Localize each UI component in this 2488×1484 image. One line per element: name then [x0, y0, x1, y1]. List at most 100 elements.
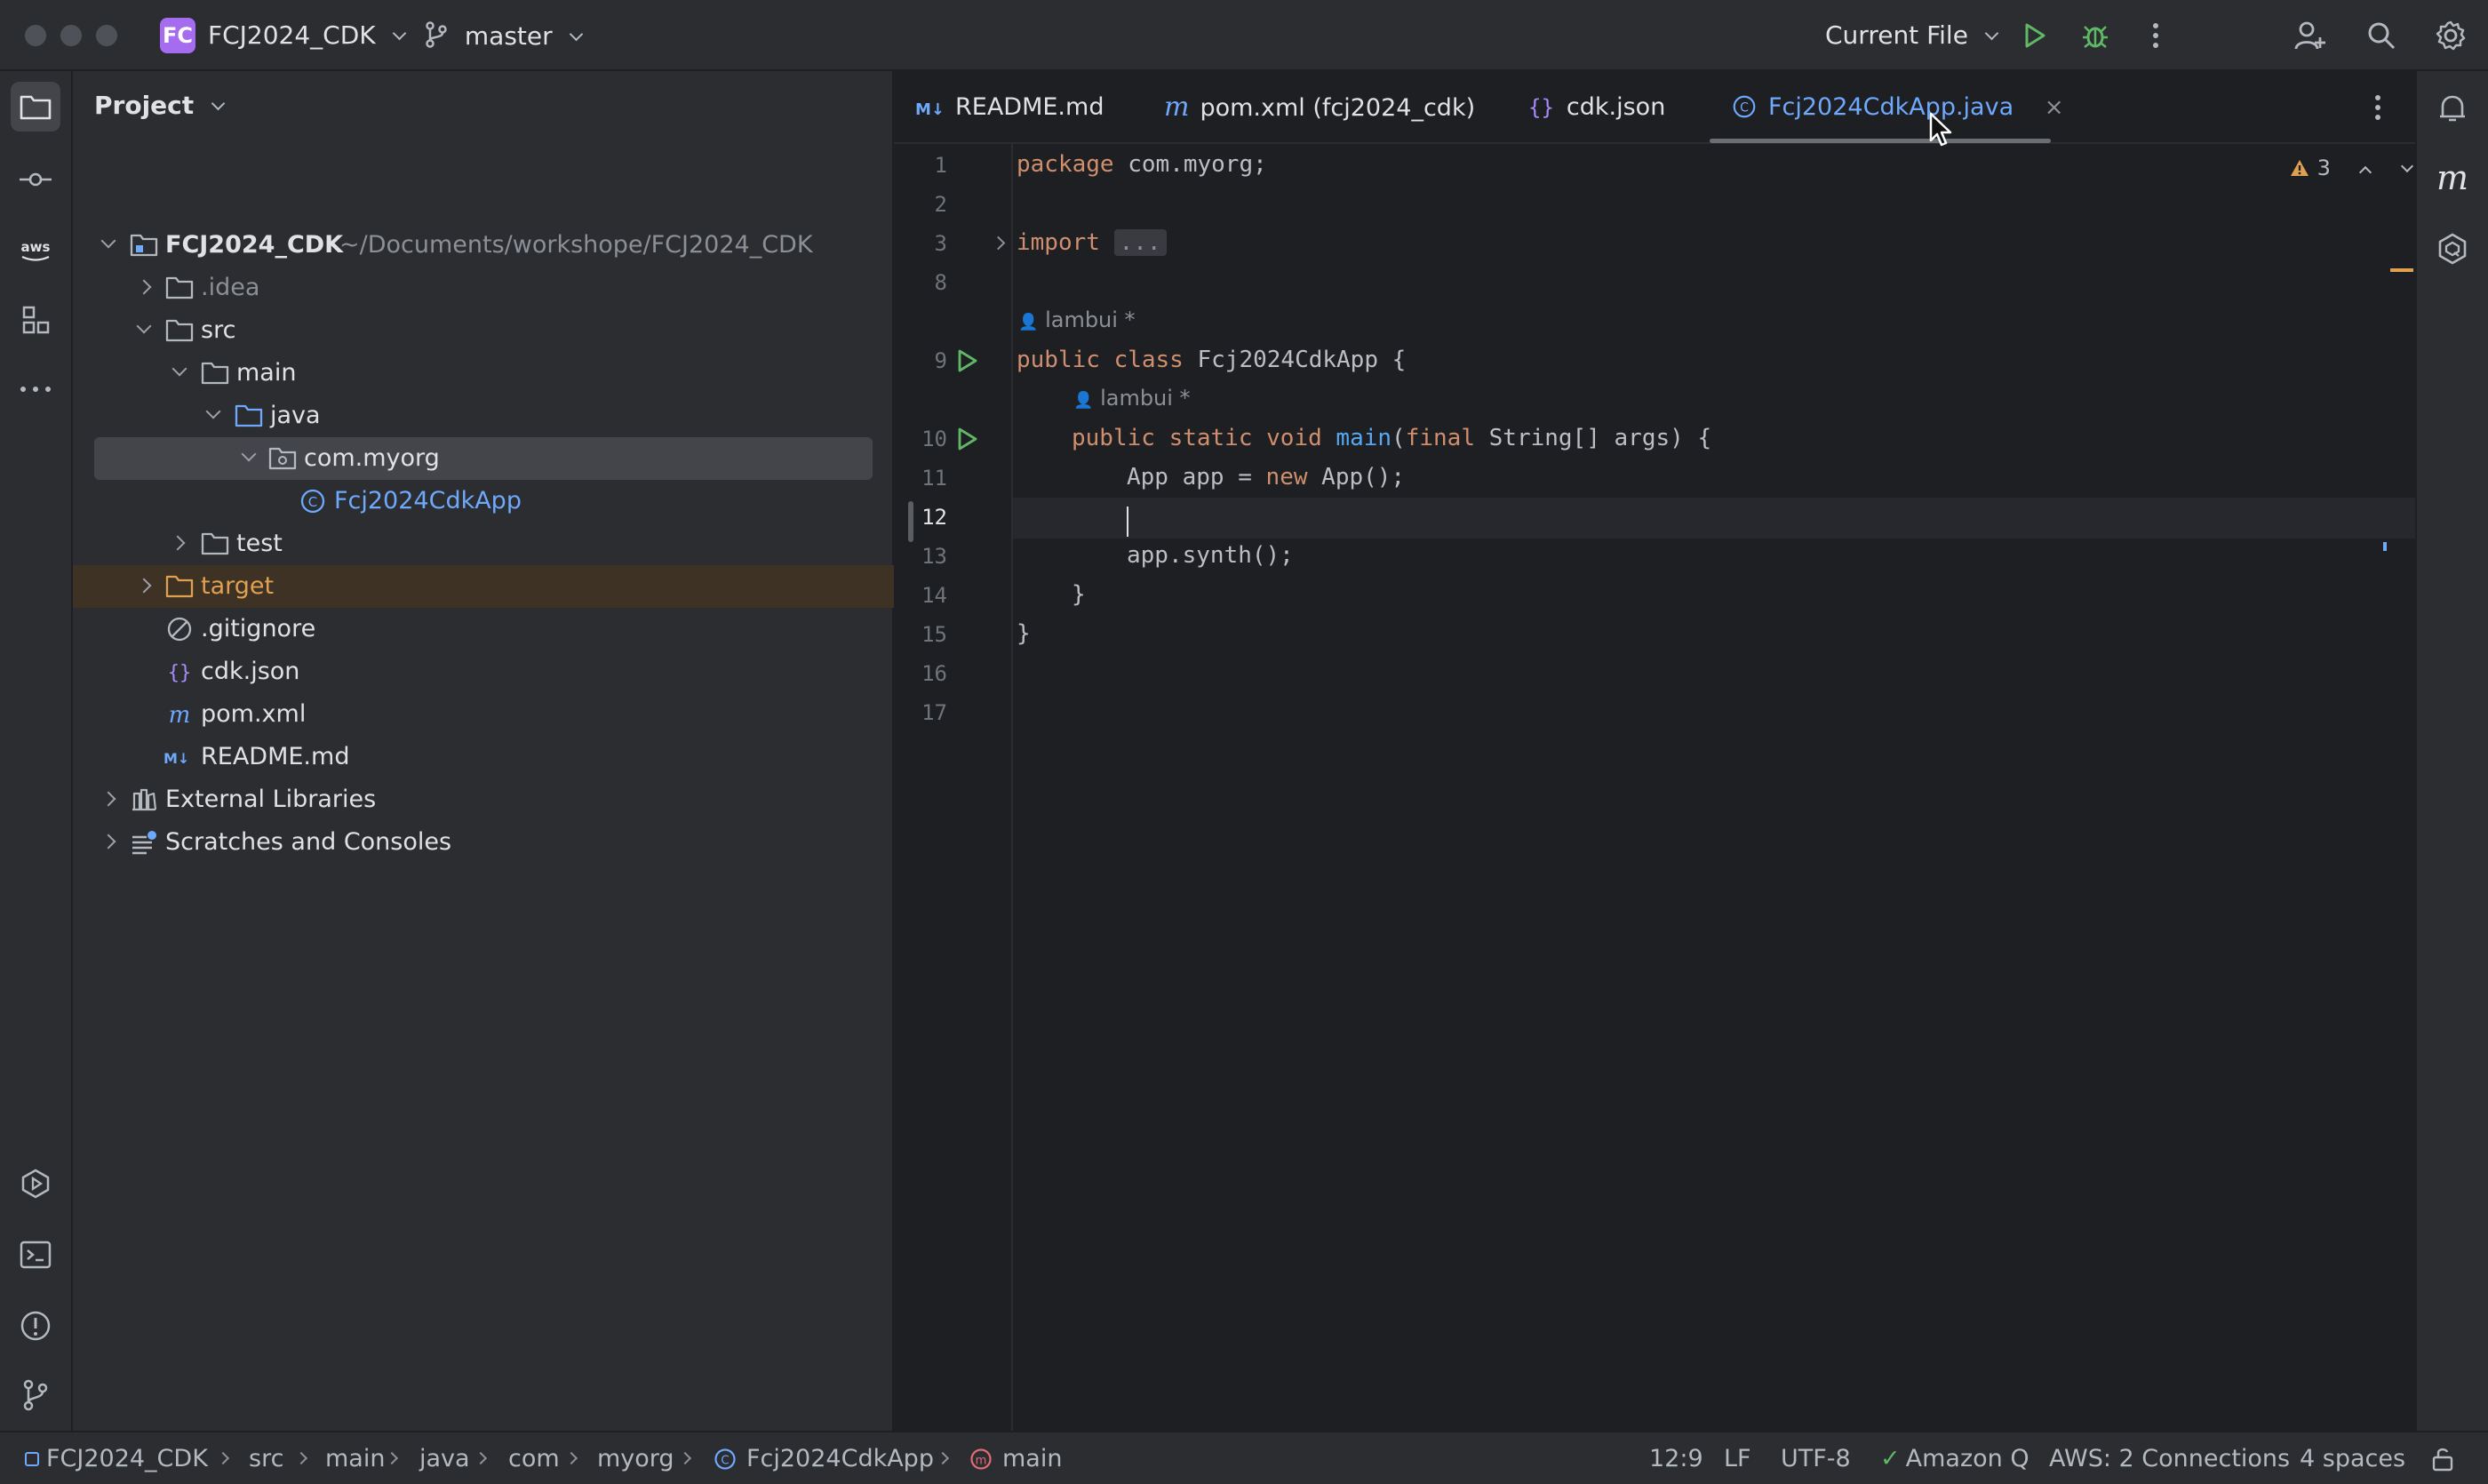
code-line-9[interactable]: public class Fcj2024CdkApp { [1017, 347, 1406, 373]
svg-text:m: m [169, 702, 191, 729]
tree-item-src[interactable]: src [73, 309, 894, 352]
folded-imports[interactable]: ... [1113, 229, 1167, 256]
code-line-14[interactable]: } [1072, 581, 1086, 608]
chevron-down-icon [205, 403, 221, 419]
tree-item-main[interactable]: main [73, 352, 894, 395]
chevron-down-icon [100, 233, 116, 249]
problems-tool-button[interactable] [11, 1301, 60, 1351]
maven-icon: m [169, 702, 191, 729]
tree-item-scratches[interactable]: Scratches and Consoles [73, 821, 894, 864]
services-tool-button[interactable] [11, 1159, 60, 1209]
breadcrumb-project[interactable]: FCJ2024_CDK [46, 1432, 208, 1484]
project-selector[interactable]: FCJ2024_CDK [208, 18, 406, 53]
project-tool-button[interactable] [11, 82, 60, 132]
breadcrumb-separator-icon [564, 1451, 578, 1465]
branch-selector[interactable]: master [425, 18, 583, 53]
line-number: 16 [921, 661, 947, 686]
tree-item-target[interactable]: target [73, 565, 894, 608]
debug-button[interactable] [2076, 16, 2115, 55]
search-everywhere-button[interactable] [2362, 16, 2401, 55]
unlock-icon[interactable] [2431, 1447, 2454, 1472]
chevron-down-icon[interactable] [2401, 159, 2414, 173]
tab-cdk-json[interactable]: {} cdk.json [1528, 71, 1665, 144]
code-line-10[interactable]: public static void main(final String[] a… [1072, 425, 1711, 451]
amazon-q-label: Amazon Q [1905, 1445, 2029, 1472]
warning-stripe-marker[interactable] [2390, 268, 2413, 272]
tab-fcj2024cdkapp-java[interactable]: C Fcj2024CdkApp.java × [1731, 71, 2064, 144]
project-badge[interactable]: FC [160, 18, 195, 53]
tree-item-idea[interactable]: .idea [73, 267, 894, 309]
code-line-13[interactable]: app.synth(); [1127, 542, 1294, 569]
tree-item-label: test [236, 530, 283, 557]
tree-item-external-libraries[interactable]: External Libraries [73, 778, 894, 821]
chevron-down-icon [241, 446, 257, 462]
code-text: String[] args) { [1474, 425, 1712, 451]
tree-item-java[interactable]: java [73, 395, 894, 437]
aws-toolkit-button[interactable]: aws [11, 226, 60, 275]
minimize-window-button[interactable] [60, 25, 82, 46]
code-text: Fcj2024CdkApp { [1183, 347, 1407, 373]
tree-item-label: pom.xml [201, 700, 307, 728]
project-panel: Project FCJ2024_CDK ~/Documents/workshop… [73, 71, 894, 1431]
tree-item-root[interactable]: FCJ2024_CDK ~/Documents/workshope/FCJ202… [73, 224, 894, 267]
tab-readme[interactable]: M↓ README.md [915, 71, 1104, 144]
tree-item-com-myorg[interactable]: com.myorg [94, 437, 873, 480]
zoom-window-button[interactable] [96, 25, 117, 46]
notifications-button[interactable] [2428, 84, 2477, 133]
file-encoding[interactable]: UTF-8 [1781, 1432, 1851, 1484]
amazon-q-tool-button[interactable] [2428, 224, 2477, 274]
more-tools-button[interactable] [11, 364, 60, 414]
breadcrumb-java[interactable]: java [419, 1432, 470, 1484]
code-line-11[interactable]: App app = new App(); [1127, 464, 1405, 491]
tree-item-readme[interactable]: M↓ README.md [73, 736, 894, 778]
run-button[interactable] [2015, 16, 2054, 55]
tree-item-fcj2024cdkapp[interactable]: C Fcj2024CdkApp [73, 480, 894, 523]
caret-position[interactable]: 12:9 [1649, 1432, 1703, 1484]
tab-pom-xml[interactable]: m pom.xml (fcj2024_cdk) [1164, 71, 1475, 144]
run-config-selector[interactable]: Current File [1825, 18, 1999, 53]
tree-item-pom-xml[interactable]: m pom.xml [73, 693, 894, 736]
tree-item-test[interactable]: test [73, 523, 894, 565]
breadcrumb-method[interactable]: main [1002, 1432, 1062, 1484]
aws-connections-status[interactable]: AWS: 2 Connections [2049, 1432, 2290, 1484]
git-tool-button[interactable] [11, 1370, 60, 1420]
breadcrumb-src[interactable]: src [249, 1432, 283, 1484]
code-line-15[interactable]: } [1017, 620, 1031, 647]
amazon-q-status[interactable]: ✓ Amazon Q [1880, 1432, 2029, 1484]
chevron-up-icon[interactable] [2358, 165, 2372, 180]
inspections-widget[interactable]: 3 [2289, 153, 2414, 183]
tree-item-gitignore[interactable]: .gitignore [73, 608, 894, 650]
breadcrumb-com[interactable]: com [508, 1432, 560, 1484]
tree-item-cdk-json[interactable]: {} cdk.json [73, 650, 894, 693]
panel-title-selector[interactable]: Project [94, 91, 226, 120]
code-author-hint[interactable]: 👤 lambui * [1073, 386, 1191, 411]
code-author-hint[interactable]: 👤 lambui * [1018, 307, 1136, 332]
run-class-gutter-button[interactable] [956, 348, 979, 379]
line-separator[interactable]: LF [1724, 1432, 1751, 1484]
structure-tool-button[interactable] [11, 295, 60, 345]
settings-button[interactable] [2431, 16, 2470, 55]
commit-tool-button[interactable] [11, 155, 60, 204]
terminal-icon [20, 1241, 52, 1269]
keyword: public class [1017, 347, 1184, 373]
breadcrumb-class[interactable]: Fcj2024CdkApp [746, 1432, 934, 1484]
tree-item-label: main [236, 359, 297, 387]
maven-tool-button[interactable]: m [2428, 153, 2477, 203]
indent-setting[interactable]: 4 spaces [2300, 1432, 2405, 1484]
breadcrumb-main[interactable]: main [325, 1432, 385, 1484]
run-main-gutter-button[interactable] [956, 427, 979, 458]
close-tab-icon[interactable]: × [2045, 94, 2064, 121]
code-line-3[interactable]: import ... [1017, 229, 1167, 256]
more-actions-button[interactable] [2136, 16, 2175, 55]
breadcrumb-separator-icon [936, 1451, 950, 1465]
code-with-me-button[interactable] [2291, 16, 2330, 55]
terminal-tool-button[interactable] [11, 1230, 60, 1280]
more-vertical-icon [2375, 95, 2380, 120]
chevron-right-icon [170, 535, 186, 551]
keyword: package [1017, 151, 1114, 178]
breadcrumb-myorg[interactable]: myorg [597, 1432, 674, 1484]
close-window-button[interactable] [25, 25, 46, 46]
author-name: lambui * [1100, 386, 1191, 411]
code-line-1[interactable]: package com.myorg; [1017, 151, 1267, 178]
tabs-more-button[interactable] [2374, 94, 2381, 127]
